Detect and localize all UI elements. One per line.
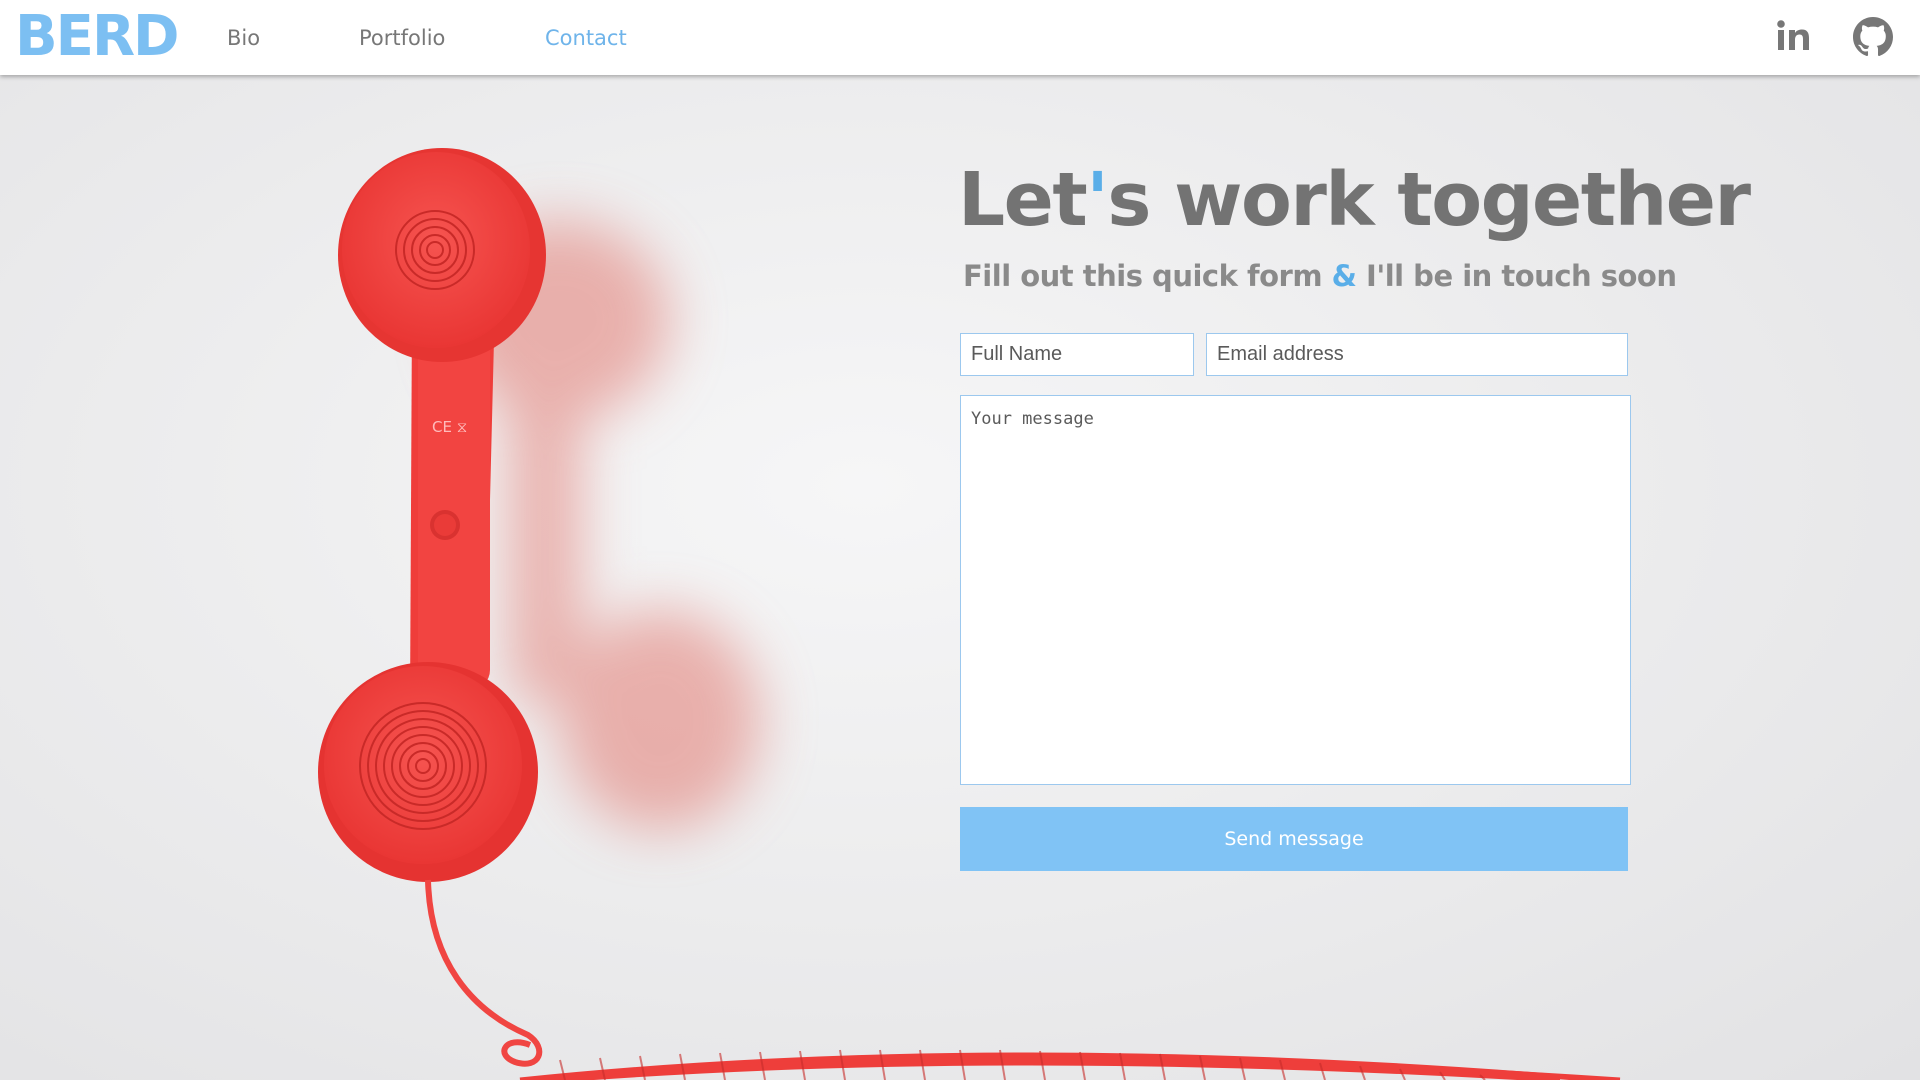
top-nav-bar: BERD Bio Portfolio Contact — [0, 0, 1920, 75]
heading-text-end: s work together — [1107, 157, 1751, 243]
subtitle-text-start: Fill out this quick form — [963, 259, 1332, 293]
github-icon[interactable] — [1853, 17, 1893, 57]
message-textarea[interactable] — [960, 395, 1631, 785]
page-title: Let's work together — [958, 150, 1751, 250]
nav-link-bio[interactable]: Bio — [227, 24, 260, 52]
page-subtitle: Fill out this quick form & I'll be in to… — [963, 256, 1677, 296]
nav-link-contact[interactable]: Contact — [545, 24, 627, 52]
nav-link-portfolio[interactable]: Portfolio — [359, 24, 445, 52]
site-logo[interactable]: BERD — [15, 4, 180, 70]
send-message-button[interactable]: Send message — [960, 807, 1628, 871]
heading-apostrophe: ' — [1086, 157, 1109, 243]
email-input[interactable] — [1206, 333, 1628, 376]
subtitle-ampersand: & — [1331, 259, 1357, 293]
full-name-input[interactable] — [960, 333, 1194, 376]
svg-text:CE ⧖: CE ⧖ — [432, 418, 467, 436]
subtitle-text-end: I'll be in touch soon — [1356, 259, 1677, 293]
linkedin-icon[interactable] — [1774, 17, 1814, 57]
heading-text-start: Let — [958, 157, 1088, 243]
